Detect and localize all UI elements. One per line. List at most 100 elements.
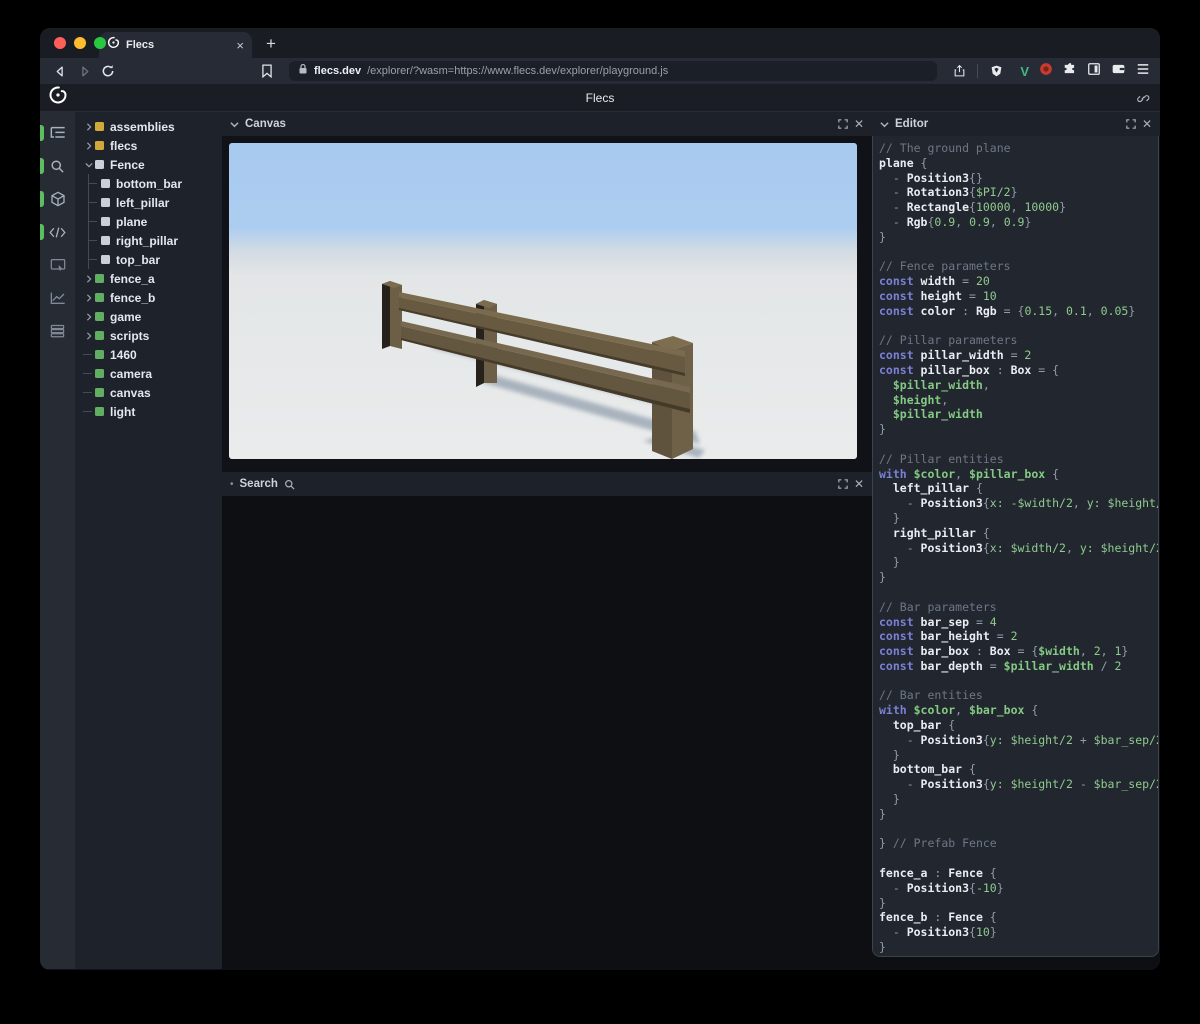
canvas-panel-icon[interactable] xyxy=(40,186,75,212)
expand-chevron-icon[interactable] xyxy=(82,293,95,302)
screen-panel-icon[interactable] xyxy=(40,252,75,278)
tree-item-canvas[interactable]: canvas xyxy=(75,383,222,402)
code-line: const pillar_box : Box = { xyxy=(879,362,1060,377)
fence-scene xyxy=(229,143,857,459)
code-line: } xyxy=(879,895,886,910)
expand-chevron-icon[interactable] xyxy=(82,274,95,283)
fullscreen-icon[interactable] xyxy=(838,479,848,489)
tree-guide-line xyxy=(82,402,95,421)
tree-guide-line xyxy=(88,231,101,250)
tables-panel-icon[interactable] xyxy=(40,318,75,344)
chevron-down-icon[interactable] xyxy=(230,120,239,129)
lock-icon xyxy=(298,62,308,80)
flecs-app-header: Flecs xyxy=(40,84,1160,112)
expand-chevron-icon[interactable] xyxy=(82,141,95,150)
tree-item-assemblies[interactable]: assemblies xyxy=(75,117,222,136)
3d-viewport[interactable] xyxy=(229,143,857,459)
editor-panel-icon[interactable] xyxy=(40,219,75,245)
code-line: $height, xyxy=(879,392,949,407)
tree-item-top_bar[interactable]: top_bar xyxy=(75,250,222,269)
search-panel-body[interactable] xyxy=(222,496,872,969)
tree-item-right_pillar[interactable]: right_pillar xyxy=(75,231,222,250)
entity-kind-square xyxy=(95,407,104,416)
new-tab-button[interactable]: + xyxy=(266,34,276,54)
fullscreen-icon[interactable] xyxy=(1126,119,1136,129)
reload-icon[interactable] xyxy=(98,61,118,81)
minimize-window-button[interactable] xyxy=(74,37,86,49)
entity-kind-square xyxy=(95,369,104,378)
code-line: - Position3{y: $height/2 - $bar_sep/2} xyxy=(879,777,1159,792)
permalink-icon[interactable] xyxy=(1136,91,1150,110)
tree-item-game[interactable]: game xyxy=(75,307,222,326)
code-line: - Position3{x: -$width/2, y: $height/2} xyxy=(879,496,1158,511)
search-panel-icon[interactable] xyxy=(40,153,75,179)
code-line: // Bar parameters xyxy=(879,599,997,614)
close-icon[interactable]: ✕ xyxy=(1142,117,1152,131)
fullscreen-icon[interactable] xyxy=(838,119,848,129)
tree-item-light[interactable]: light xyxy=(75,402,222,421)
tree-guide-line xyxy=(88,250,101,269)
menu-hamburger-icon[interactable] xyxy=(1136,62,1150,80)
entity-tree-panel-icon[interactable] xyxy=(40,120,75,146)
close-window-button[interactable] xyxy=(54,37,66,49)
tree-item-label: canvas xyxy=(110,385,151,400)
tree-item-1460[interactable]: 1460 xyxy=(75,345,222,364)
forward-icon[interactable] xyxy=(74,61,94,81)
tree-item-label: light xyxy=(110,404,136,419)
code-editor[interactable]: // The ground plane plane { - Position3{}… xyxy=(872,136,1159,957)
extension-red-icon[interactable] xyxy=(1039,62,1053,81)
vue-devtools-icon[interactable]: V xyxy=(1020,64,1029,79)
tab-close-icon[interactable]: × xyxy=(236,39,244,52)
tree-item-Fence[interactable]: Fence xyxy=(75,155,222,174)
code-line: - Position3{10} xyxy=(879,925,997,940)
code-line: - Position3{x: $width/2, y: $height/2} xyxy=(879,540,1159,555)
zoom-window-button[interactable] xyxy=(94,37,106,49)
tree-item-camera[interactable]: camera xyxy=(75,364,222,383)
tree-item-bottom_bar[interactable]: bottom_bar xyxy=(75,174,222,193)
code-line: fence_b : Fence { xyxy=(879,910,997,925)
bookmark-icon[interactable] xyxy=(257,61,277,81)
wallet-icon[interactable] xyxy=(1111,62,1126,81)
tree-item-plane[interactable]: plane xyxy=(75,212,222,231)
code-line: left_pillar { xyxy=(879,481,983,496)
expand-chevron-icon[interactable] xyxy=(82,331,95,340)
sidebar-toggle-icon[interactable] xyxy=(1087,62,1101,81)
close-icon[interactable]: ✕ xyxy=(854,117,864,131)
code-line: with $color, $bar_box { xyxy=(879,703,1039,718)
url-bar[interactable]: flecs.dev/explorer/?wasm=https://www.fle… xyxy=(289,61,938,81)
code-line: } xyxy=(879,806,886,821)
tree-item-label: fence_b xyxy=(110,290,156,305)
right-column: Editor ✕ // The ground plane plane { - Po… xyxy=(872,112,1160,969)
brave-shield-icon[interactable] xyxy=(986,61,1006,81)
code-line: plane { xyxy=(879,155,928,170)
entity-tree: assemblies flecs Fence bottom_bar left_pilla… xyxy=(75,112,222,969)
bullet-icon[interactable]: • xyxy=(230,479,234,490)
tree-item-left_pillar[interactable]: left_pillar xyxy=(75,193,222,212)
expand-chevron-icon[interactable] xyxy=(82,312,95,321)
code-line: $pillar_width, xyxy=(879,377,990,392)
stats-panel-icon[interactable] xyxy=(40,285,75,311)
code-line: with $color, $pillar_box { xyxy=(879,466,1060,481)
tree-item-scripts[interactable]: scripts xyxy=(75,326,222,345)
browser-tab[interactable]: Flecs × xyxy=(99,32,252,58)
back-icon[interactable] xyxy=(50,61,70,81)
close-icon[interactable]: ✕ xyxy=(854,477,864,491)
code-line: // Bar entities xyxy=(879,688,983,703)
tree-item-label: fence_a xyxy=(110,271,155,286)
share-icon[interactable] xyxy=(949,61,969,81)
tree-item-label: plane xyxy=(116,214,148,229)
tree-item-fence_a[interactable]: fence_a xyxy=(75,269,222,288)
code-line: } xyxy=(879,229,886,244)
tree-item-fence_b[interactable]: fence_b xyxy=(75,288,222,307)
expand-chevron-icon[interactable] xyxy=(82,122,95,131)
collapse-chevron-icon[interactable] xyxy=(82,161,95,169)
chevron-down-icon[interactable] xyxy=(880,120,889,129)
extensions-puzzle-icon[interactable] xyxy=(1063,62,1077,81)
tree-item-label: Fence xyxy=(110,157,145,172)
tree-item-flecs[interactable]: flecs xyxy=(75,136,222,155)
entity-kind-square xyxy=(101,217,110,226)
